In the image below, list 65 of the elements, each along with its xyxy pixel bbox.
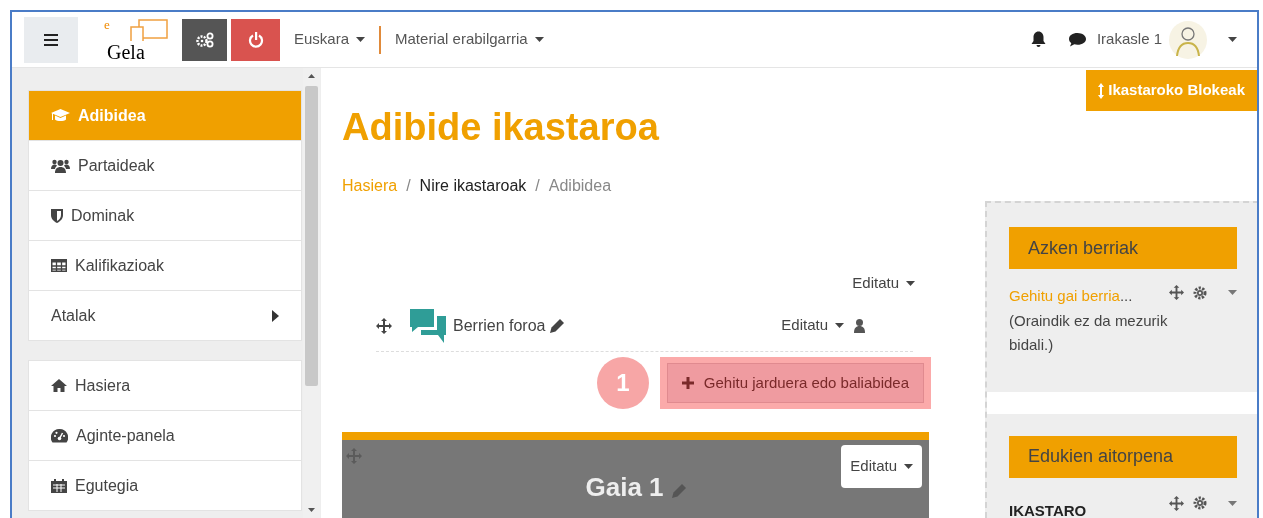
dropdown-menu[interactable]: Material erabilgarria — [395, 28, 544, 51]
bell-icon[interactable] — [1030, 31, 1046, 48]
edit-dropdown[interactable]: Editatu — [841, 445, 922, 488]
course-title: Adibide ikastaroa — [342, 105, 660, 150]
scroll-up-arrow-icon[interactable] — [308, 74, 315, 78]
person-icon[interactable] — [854, 318, 865, 333]
caret-icon — [534, 37, 544, 42]
forum-icon — [410, 308, 446, 343]
gauge-icon — [51, 428, 68, 443]
edit-dropdown[interactable]: Editatu — [781, 314, 844, 337]
caret-icon — [904, 464, 913, 469]
pencil-icon[interactable] — [549, 318, 564, 333]
step-number-badge: 1 — [597, 357, 649, 409]
menu-icon — [44, 33, 58, 46]
users-icon — [51, 158, 70, 173]
caret-icon[interactable] — [1228, 37, 1237, 42]
dropdown-menu[interactable]: Euskara — [294, 28, 366, 51]
user-name[interactable]: Irakasle 1 — [1096, 28, 1162, 51]
home-icon — [51, 379, 67, 392]
egela-logo[interactable]: e Gela — [100, 16, 172, 63]
move-icon[interactable] — [376, 317, 392, 334]
scroll-down-arrow-icon[interactable] — [308, 508, 315, 512]
new-topic-link[interactable]: Gehitu gai berria... — [1009, 285, 1133, 308]
logout-button[interactable] — [231, 18, 280, 61]
graduation-cap-icon — [51, 108, 70, 123]
block-heading: IKASTARO — [1009, 500, 1087, 518]
calendar-icon — [51, 478, 67, 493]
gears-icon — [195, 31, 214, 48]
shield-icon — [51, 208, 63, 223]
add-activity-button[interactable]: Gehitu jarduera edo baliabidea — [659, 357, 931, 409]
breadcrumb-item: Adibidea — [548, 176, 612, 196]
sidebar-item[interactable]: Hasiera — [29, 361, 301, 410]
sidebar-item[interactable]: Kalifikazioak — [29, 241, 301, 290]
avatar-icon[interactable] — [1168, 19, 1208, 60]
power-icon — [247, 31, 264, 48]
logo-letter: e — [104, 15, 110, 34]
sidebar-item[interactable]: Partaideak — [29, 141, 301, 190]
settings-icon[interactable] — [1193, 496, 1207, 510]
chat-icon[interactable] — [1067, 32, 1087, 47]
move-icon[interactable] — [1169, 495, 1184, 511]
caret-icon — [835, 323, 844, 328]
caret-icon — [356, 37, 366, 42]
caret-icon — [906, 280, 915, 286]
move-icon[interactable] — [1169, 285, 1184, 300]
sidebar-item[interactable]: Dominak — [29, 191, 301, 240]
vertical-arrows-icon — [1098, 82, 1105, 99]
table-icon — [51, 259, 67, 272]
activity-link[interactable]: Berrien foroa — [453, 313, 546, 338]
block-header: Edukien aitorpena — [1009, 435, 1237, 478]
settings-button[interactable] — [182, 18, 227, 61]
sidebar-item[interactable]: Atalak — [29, 291, 301, 340]
settings-icon[interactable] — [1193, 285, 1207, 300]
menu-button[interactable] — [24, 16, 78, 63]
section-title: Gaia 1 — [585, 471, 664, 504]
plus-icon — [681, 377, 694, 389]
sidebar-item[interactable]: Aginte-panela — [29, 411, 301, 460]
caret-icon — [1228, 290, 1237, 295]
edit-dropdown[interactable]: Editatu — [852, 271, 915, 295]
breadcrumb-separator: / — [406, 176, 411, 196]
sidebar-item[interactable]: Egutegia — [29, 461, 301, 510]
caret-icon — [1228, 500, 1237, 506]
block-header: Azken berriak — [1009, 227, 1237, 269]
breadcrumb-item[interactable]: Nire ikastaroak — [419, 174, 527, 198]
breadcrumb-separator: / — [535, 176, 540, 196]
block-message: (Oraindik ez da mezurik bidali.) — [1009, 310, 1169, 355]
